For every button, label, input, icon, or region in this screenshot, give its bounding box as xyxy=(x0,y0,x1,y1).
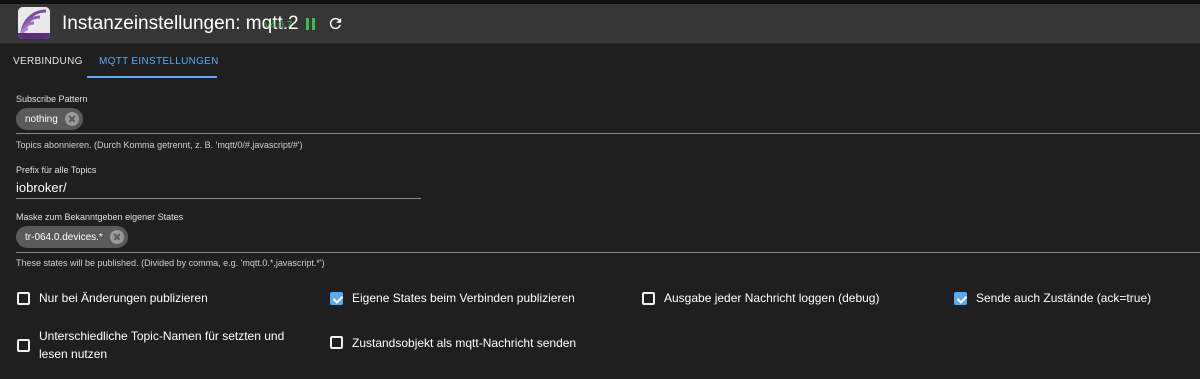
app-header: Instanzeinstellungen: mqtt.2 v4.0.7 xyxy=(0,0,1200,44)
chip-delete-icon[interactable] xyxy=(64,112,79,126)
mask-helper-text: These states will be published. (Divided… xyxy=(16,258,325,268)
checkbox-topic-namen[interactable] xyxy=(17,339,30,352)
prefix-underline xyxy=(16,198,421,199)
checkbox-label-nur-aenderungen: Nur bei Änderungen publizieren xyxy=(39,291,208,305)
tab-verbindung[interactable]: VERBINDUNG xyxy=(13,56,83,67)
checkbox-label-topic-namen: Unterschiedliche Topic-Namen für setzten… xyxy=(39,329,285,361)
chip-delete-icon[interactable] xyxy=(109,230,124,244)
checkbox-label-ack-true: Sende auch Zustände (ack=true) xyxy=(976,291,1152,305)
page-title: Instanzeinstellungen: mqtt.2 xyxy=(62,13,299,34)
checkbox-nur-aenderungen[interactable] xyxy=(17,292,30,305)
subscribe-helper-text: Topics abonnieren. (Durch Komma getrennt… xyxy=(16,140,303,150)
mask-underline xyxy=(16,252,1200,253)
prefix-label: Prefix für alle Topics xyxy=(16,165,97,175)
app-logo-icon xyxy=(18,7,50,39)
tab-indicator xyxy=(87,76,217,78)
checkbox-label-eigene-states: Eigene States beim Verbinden publizieren xyxy=(352,291,575,305)
window-top-strip xyxy=(0,0,1200,4)
prefix-input[interactable]: iobroker/ xyxy=(16,180,67,195)
version-badge: v4.0.7 xyxy=(265,20,293,31)
checkbox-debug-log[interactable] xyxy=(642,292,655,305)
checkbox-zustandsobjekt[interactable] xyxy=(330,336,343,349)
subscribe-chip-text: nothing xyxy=(25,113,58,125)
subscribe-underline xyxy=(16,133,1200,134)
mask-chip-text: tr-064.0.devices.* xyxy=(25,231,103,243)
checkbox-eigene-states[interactable] xyxy=(330,292,343,305)
mask-label: Maske zum Bekanntgeben eigener States xyxy=(16,212,184,222)
tab-bar: VERBINDUNG MQTT EINSTELLUNGEN xyxy=(0,44,1200,78)
checkbox-ack-true[interactable] xyxy=(954,292,967,305)
subscribe-chip[interactable]: nothing xyxy=(16,108,83,130)
tab-mqtt-einstellungen[interactable]: MQTT EINSTELLUNGEN xyxy=(99,56,219,67)
reload-icon[interactable] xyxy=(327,15,344,32)
subscribe-pattern-label: Subscribe Pattern xyxy=(16,94,88,104)
mask-chip[interactable]: tr-064.0.devices.* xyxy=(16,226,128,248)
checkbox-label-debug-log: Ausgabe jeder Nachricht loggen (debug) xyxy=(664,291,880,305)
checkbox-label-zustandsobjekt: Zustandsobjekt als mqtt-Nachricht senden xyxy=(352,336,577,350)
pause-icon[interactable] xyxy=(305,18,317,30)
